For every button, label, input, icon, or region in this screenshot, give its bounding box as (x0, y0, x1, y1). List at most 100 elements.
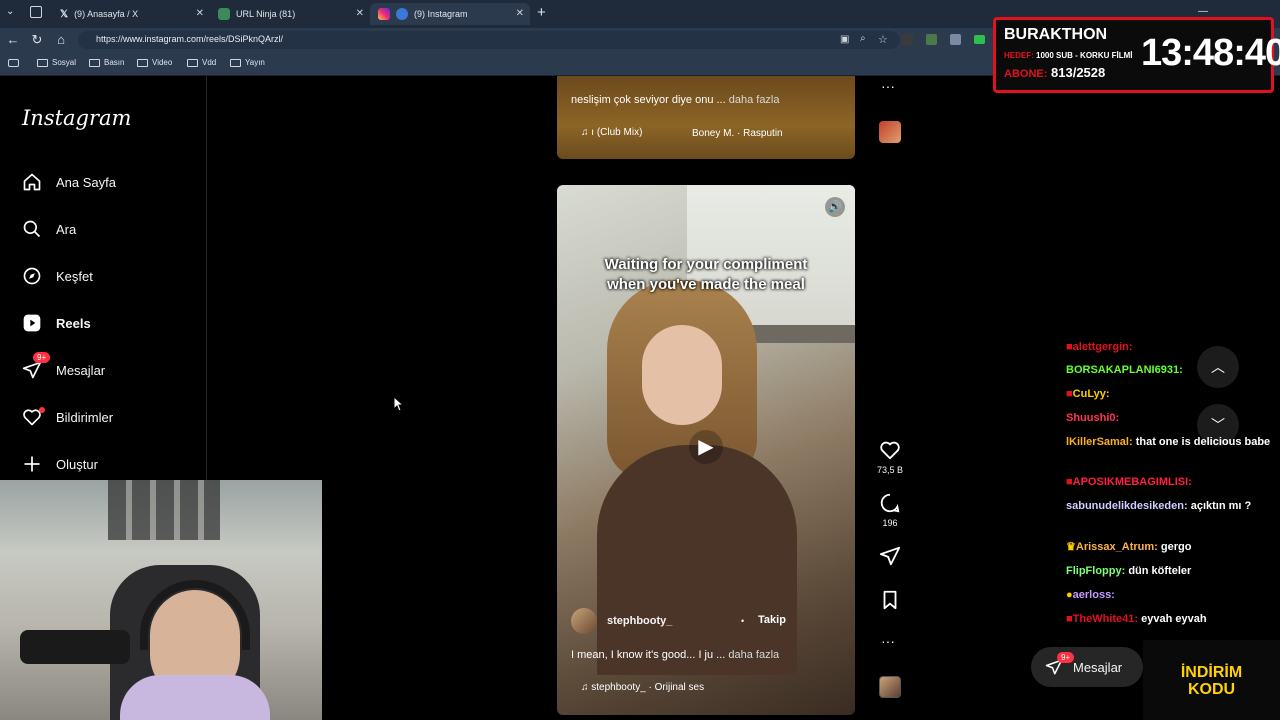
messages-pill-button[interactable]: Mesajlar 9+ (1031, 647, 1143, 687)
tab-actions-icon[interactable]: ⌄ (6, 6, 14, 17)
workspaces-icon[interactable] (30, 6, 42, 18)
tab-label: (9) Anasayfa / X (74, 9, 139, 19)
notification-dot (39, 407, 45, 413)
like-heart-icon[interactable] (879, 439, 901, 461)
promo-code-overlay: İNDİRİM KODU (1143, 640, 1280, 720)
previous-reel-audio[interactable]: ♫ ı (Club Mix) (581, 127, 642, 138)
sidebar-item-explore[interactable]: Keşfet (22, 266, 93, 286)
chat-message: FlipFloppy: dün köfteler (1066, 565, 1192, 577)
chat-message: ■alettgergin: (1066, 341, 1133, 353)
folder-icon (89, 58, 100, 67)
back-icon[interactable]: ← (4, 32, 22, 47)
sidebar-item-search[interactable]: Ara (22, 219, 76, 239)
sidebar-item-label: Bildirimler (56, 409, 114, 425)
minimize-icon[interactable]: — (1198, 6, 1208, 17)
stream-subs: ABONE: 813/2528 (1004, 65, 1105, 80)
sidebar-item-home[interactable]: Ana Sayfa (22, 172, 116, 192)
close-tab-icon[interactable]: ✕ (196, 8, 204, 19)
split-screen-icon[interactable]: ▣ (840, 34, 849, 45)
tab-x[interactable]: 𝕏 (9) Anasayfa / X ✕ (52, 3, 210, 25)
reel-overlay-text: Waiting for your compliment when you've … (604, 256, 808, 293)
stream-timer: 13:48:40 (1141, 32, 1280, 74)
tab-label: URL Ninja (81) (236, 9, 296, 19)
sidebar-item-label: Ara (56, 221, 77, 237)
instagram-logo[interactable]: Instagram (22, 106, 131, 130)
more-link[interactable]: daha fazla (728, 649, 779, 661)
bookmark-folder-video[interactable]: Video (137, 58, 172, 67)
extension-icon[interactable] (926, 34, 937, 45)
bookmark-folder-yayin[interactable]: Yayın (230, 58, 265, 67)
reel-caption[interactable]: I mean, I know it's good... I ju ... dah… (571, 649, 779, 661)
x-logo-icon: 𝕏 (60, 8, 69, 20)
tab-url-ninja[interactable]: URL Ninja (81) ✕ (210, 3, 370, 25)
more-link[interactable]: daha fazla (729, 94, 780, 106)
folder-icon (137, 58, 148, 67)
webcam-frames-wall (108, 480, 220, 540)
reel-username[interactable]: stephbooty_ (607, 615, 672, 627)
tab-instagram[interactable]: (9) Instagram ✕ (370, 3, 530, 25)
home-browser-icon[interactable]: ⌂ (52, 32, 70, 47)
close-tab-icon[interactable]: ✕ (516, 8, 524, 19)
music-note-icon: ♫ (581, 682, 589, 693)
sidebar-item-label: Oluştur (56, 456, 98, 472)
badge-icon: ● (1066, 589, 1073, 601)
play-icon[interactable]: ▶ (689, 430, 723, 464)
more-options-icon[interactable]: ··· (881, 633, 895, 649)
sidebar-item-reels[interactable]: Reels (22, 313, 91, 333)
subs-value: 813/2528 (1051, 65, 1106, 80)
previous-audio-thumbnail[interactable] (879, 121, 901, 143)
zoom-icon[interactable]: ⌕ (860, 33, 866, 44)
comment-icon[interactable] (879, 492, 901, 514)
sidebar-item-label: Reels (56, 315, 91, 331)
mouse-cursor-icon (394, 397, 404, 412)
refresh-icon[interactable]: ↻ (28, 32, 46, 48)
bookmark-folder-basin[interactable]: Basın (89, 58, 124, 67)
reel-author[interactable]: stephbooty_ (571, 608, 672, 634)
reel-video[interactable]: 🔊 Waiting for your compliment when you'v… (557, 185, 855, 715)
sidebar-item-notifications[interactable]: Bildirimler (22, 407, 113, 427)
messages-badge: 9+ (33, 352, 51, 363)
new-tab-button[interactable]: + (537, 4, 546, 21)
sidebar-item-create[interactable]: Oluştur (22, 454, 98, 474)
avatar[interactable] (571, 608, 597, 634)
bookmark-icon[interactable] (879, 589, 901, 611)
like-count: 73,5 B (876, 465, 904, 475)
sidebar-item-messages[interactable]: Mesajlar 9+ (22, 352, 105, 380)
previous-reel-card[interactable]: neslişim çok seviyor diye onu ... daha f… (557, 76, 855, 159)
bookmark-folder-sosyal[interactable]: Sosyal (37, 58, 76, 67)
reading-list-icon[interactable] (8, 59, 19, 67)
sidebar-item-label: Ana Sayfa (56, 174, 116, 190)
badge-icon: ■ (1066, 341, 1073, 353)
audio-playing-icon (396, 8, 408, 20)
folder-icon (187, 58, 198, 67)
subs-label: ABONE: (1004, 68, 1048, 80)
extension-icon[interactable] (902, 34, 913, 45)
audio-thumbnail[interactable] (879, 676, 901, 698)
follow-button[interactable]: Takip (758, 614, 786, 626)
music-note-icon: ♫ (581, 127, 589, 138)
volume-icon[interactable]: 🔊 (825, 197, 845, 217)
plus-icon (24, 456, 40, 472)
instagram-favicon-icon (378, 8, 390, 20)
more-options-icon[interactable]: ··· (881, 78, 895, 94)
bookmark-folder-vdd[interactable]: Vdd (187, 58, 216, 67)
url-input[interactable]: https://www.instagram.com/reels/DSiPknQA… (78, 31, 900, 49)
reel-audio[interactable]: ♫ stephbooty_ · Orijinal ses (581, 682, 704, 693)
chat-message: ■TheWhite41: eyvah eyvah (1066, 613, 1207, 625)
messages-pill-badge: 9+ (1057, 652, 1075, 663)
messenger-icon (22, 361, 42, 379)
favorite-star-icon[interactable]: ☆ (878, 33, 888, 46)
chat-message: Shuushi0: (1066, 412, 1120, 424)
close-tab-icon[interactable]: ✕ (356, 8, 364, 19)
chat-message: BORSAKAPLANI6931: (1066, 364, 1183, 376)
streamer-webcam (0, 480, 322, 720)
webcam-microphone (20, 630, 130, 664)
extension-icon[interactable] (950, 34, 961, 45)
compass-icon (23, 267, 41, 285)
woman-top (597, 445, 797, 675)
stream-goal: HEDEF: 1000 SUB - KORKU FİLMİ (1004, 51, 1132, 60)
previous-reel-caption[interactable]: neslişim çok seviyor diye onu ... daha f… (571, 94, 780, 106)
extension-icon[interactable] (974, 35, 985, 44)
share-icon[interactable] (879, 545, 901, 567)
messages-pill-label: Mesajlar (1073, 659, 1123, 675)
